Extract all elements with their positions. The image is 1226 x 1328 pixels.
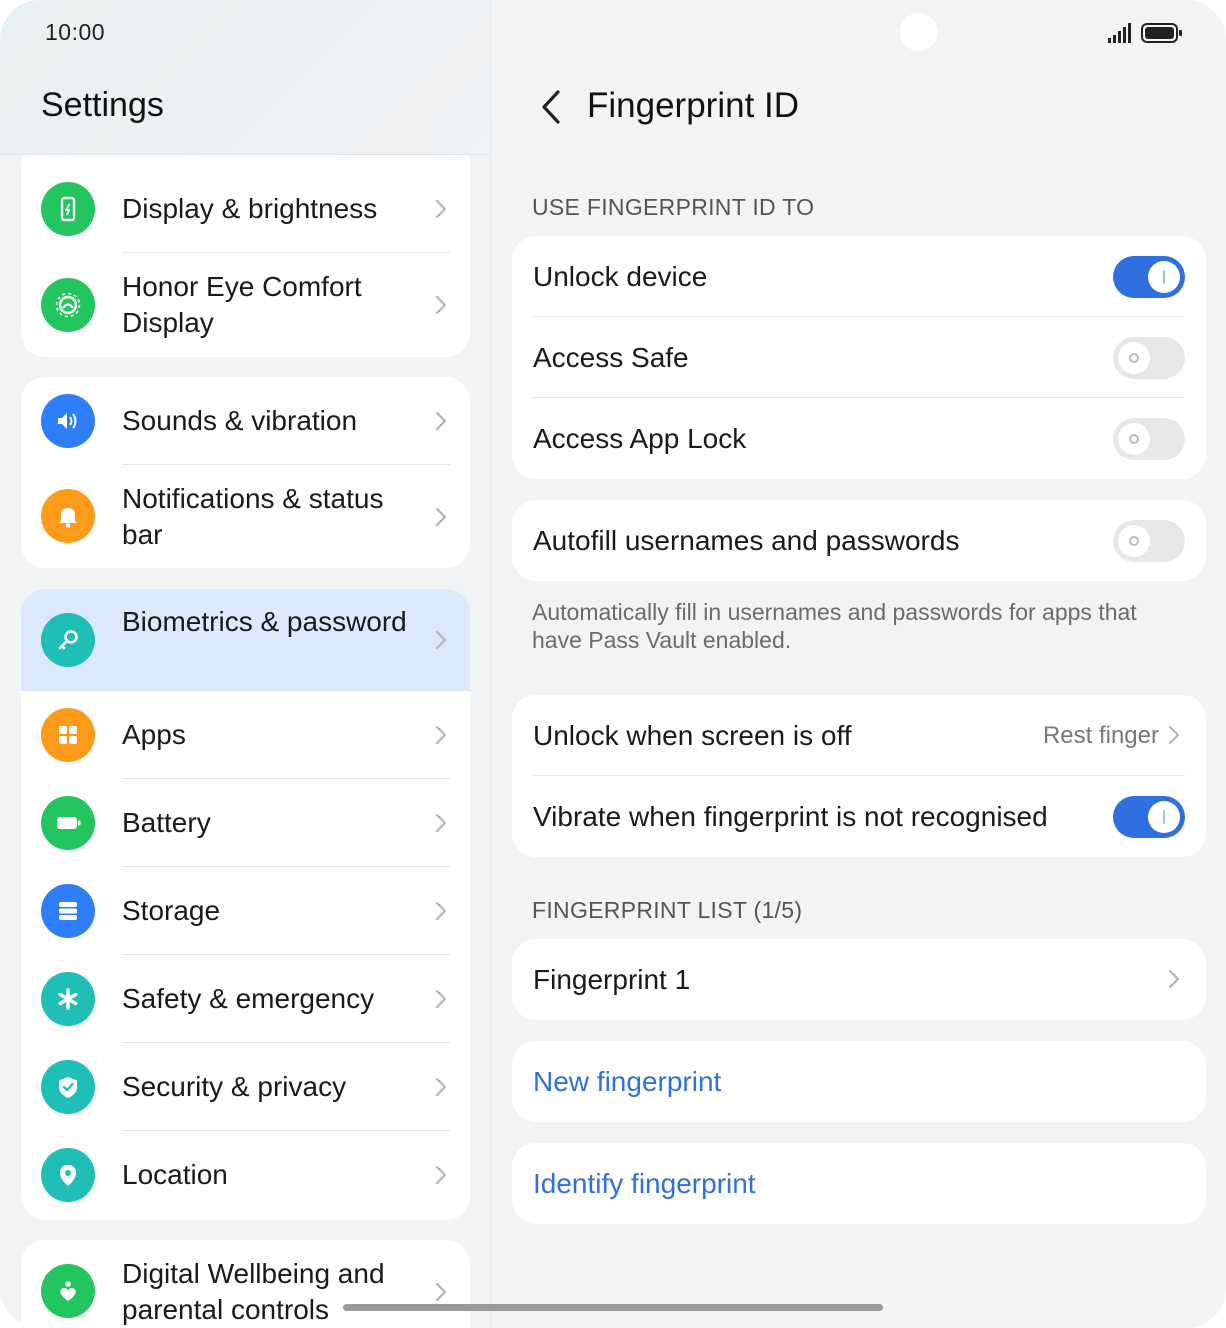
- sidebar-item-label: Biometrics & password: [122, 606, 407, 637]
- sidebar-item-label: Security & privacy: [122, 1071, 347, 1102]
- eye-comfort-icon: [41, 278, 95, 332]
- settings-sidebar: 10:00 Settings Display & brightness Hono…: [0, 0, 490, 1328]
- access-safe-toggle[interactable]: [1113, 337, 1185, 379]
- heart-icon: [41, 1264, 95, 1318]
- row-label: Access App Lock: [533, 423, 747, 454]
- new-fingerprint-button[interactable]: New fingerprint: [512, 1041, 1206, 1122]
- fingerprint-list-card: Fingerprint 1: [512, 939, 1206, 1020]
- sidebar-header: 10:00 Settings: [0, 0, 490, 155]
- new-fingerprint-card: New fingerprint: [512, 1041, 1206, 1122]
- autofill-card: Autofill usernames and passwords: [512, 500, 1206, 581]
- shield-icon: [41, 1060, 95, 1114]
- settings-group-sound: Sounds & vibration Notifications & statu…: [21, 377, 470, 568]
- identify-fingerprint-button[interactable]: Identify fingerprint: [512, 1143, 1206, 1224]
- vibrate-toggle[interactable]: [1113, 796, 1185, 838]
- storage-icon: [41, 884, 95, 938]
- row-label: Autofill usernames and passwords: [533, 525, 960, 556]
- chevron-right-icon: [1168, 725, 1180, 745]
- apps-grid-icon: [41, 708, 95, 762]
- sidebar-item-eye-comfort[interactable]: Honor Eye Comfort Display: [21, 253, 470, 357]
- sidebar-item-notifications[interactable]: Notifications & status bar: [21, 465, 470, 568]
- battery-status-icon: [1141, 23, 1182, 43]
- sidebar-item-sounds-vibration[interactable]: Sounds & vibration: [21, 377, 470, 465]
- unlock-device-toggle[interactable]: [1113, 256, 1185, 298]
- autofill-toggle[interactable]: [1113, 520, 1185, 562]
- access-app-lock-toggle[interactable]: [1113, 418, 1185, 460]
- row-label: Vibrate when fingerprint is not recognis…: [533, 801, 1048, 832]
- row-vibrate: Vibrate when fingerprint is not recognis…: [512, 776, 1206, 857]
- chevron-right-icon: [435, 1282, 447, 1302]
- row-label: New fingerprint: [533, 1066, 722, 1097]
- chevron-right-icon: [435, 199, 447, 219]
- sidebar-item-security-privacy[interactable]: Security & privacy: [21, 1043, 470, 1131]
- row-autofill: Autofill usernames and passwords: [512, 500, 1206, 581]
- chevron-right-icon: [435, 989, 447, 1009]
- row-label: Identify fingerprint: [533, 1168, 756, 1199]
- sidebar-item-digital-wellbeing[interactable]: Digital Wellbeing and parental controls: [21, 1240, 470, 1328]
- status-time: 10:00: [45, 19, 106, 45]
- identify-fingerprint-card: Identify fingerprint: [512, 1143, 1206, 1224]
- autofill-description: Automatically fill in usernames and pass…: [532, 599, 1137, 653]
- unlock-options-card: Unlock when screen is off Rest finger Vi…: [512, 695, 1206, 857]
- chevron-right-icon: [435, 411, 447, 431]
- row-label: Access Safe: [533, 342, 689, 373]
- sidebar-item-location[interactable]: Location: [21, 1131, 470, 1220]
- sidebar-item-label: Apps: [122, 719, 186, 750]
- display-brightness-icon: [41, 182, 95, 236]
- chevron-right-icon: [435, 1165, 447, 1185]
- sidebar-item-label: Honor Eye Comfort Display: [122, 271, 362, 338]
- chevron-right-icon: [435, 813, 447, 833]
- row-unlock-device: Unlock device: [512, 236, 1206, 317]
- chevron-right-icon: [435, 901, 447, 921]
- sidebar-item-label: Battery: [122, 807, 211, 838]
- sidebar-title: Settings: [41, 86, 164, 124]
- chevron-right-icon: [435, 295, 447, 315]
- sidebar-item-label: Sounds & vibration: [122, 405, 358, 436]
- row-unlock-screen-off[interactable]: Unlock when screen is off Rest finger: [512, 695, 1206, 776]
- sidebar-item-label: Safety & emergency: [122, 983, 375, 1014]
- fingerprint-detail-pane: Fingerprint ID USE FINGERPRINT ID TO Unl…: [490, 0, 1226, 1328]
- sidebar-item-label: Location: [122, 1159, 228, 1190]
- row-access-safe: Access Safe: [512, 317, 1206, 398]
- sidebar-item-battery[interactable]: Battery: [21, 779, 470, 867]
- camera-cutout: [900, 13, 938, 51]
- settings-group-wellbeing: Digital Wellbeing and parental controls: [21, 1240, 470, 1328]
- chevron-right-icon: [435, 725, 447, 745]
- sidebar-item-biometrics-password[interactable]: Biometrics & password: [21, 589, 470, 691]
- device-frame: 10:00 Settings Display & brightness Hono…: [0, 0, 1226, 1328]
- back-arrow-icon[interactable]: [539, 88, 563, 126]
- row-access-app-lock: Access App Lock: [512, 398, 1206, 479]
- row-value: Rest finger: [1042, 722, 1159, 749]
- battery-icon: [41, 796, 95, 850]
- section-header-list: FINGERPRINT LIST (1/5): [532, 897, 803, 923]
- sidebar-item-storage[interactable]: Storage: [21, 867, 470, 955]
- signal-icon: [1108, 23, 1131, 43]
- use-fingerprint-card: Unlock device Access Safe Access App Loc…: [512, 236, 1206, 479]
- sidebar-item-apps[interactable]: Apps: [21, 691, 470, 779]
- section-header-use: USE FINGERPRINT ID TO: [532, 194, 815, 220]
- settings-group-main: Biometrics & password Apps Battery Stora…: [21, 589, 470, 1220]
- chevron-right-icon: [435, 1077, 447, 1097]
- sidebar-item-label: Digital Wellbeing and parental controls: [122, 1258, 385, 1325]
- location-pin-icon: [41, 1148, 95, 1202]
- bell-icon: [41, 489, 95, 543]
- settings-group-display: Display & brightness Honor Eye Comfort D…: [21, 140, 470, 357]
- row-label: Unlock device: [533, 261, 708, 292]
- sidebar-item-label: Notifications & status bar: [122, 483, 384, 550]
- sidebar-item-label: Storage: [122, 895, 221, 926]
- row-fingerprint-1[interactable]: Fingerprint 1: [512, 939, 1206, 1020]
- page-title: Fingerprint ID: [587, 86, 800, 125]
- chevron-right-icon: [435, 630, 447, 650]
- row-label: Unlock when screen is off: [533, 720, 852, 751]
- speaker-icon: [41, 394, 95, 448]
- asterisk-icon: [41, 972, 95, 1026]
- key-icon: [41, 613, 95, 667]
- sidebar-item-display-brightness[interactable]: Display & brightness: [21, 165, 470, 253]
- home-indicator[interactable]: [343, 1304, 883, 1311]
- row-label: Fingerprint 1: [533, 964, 691, 995]
- chevron-right-icon: [1168, 969, 1180, 989]
- sidebar-item-label: Display & brightness: [122, 193, 378, 224]
- chevron-right-icon: [435, 507, 447, 527]
- sidebar-item-safety-emergency[interactable]: Safety & emergency: [21, 955, 470, 1043]
